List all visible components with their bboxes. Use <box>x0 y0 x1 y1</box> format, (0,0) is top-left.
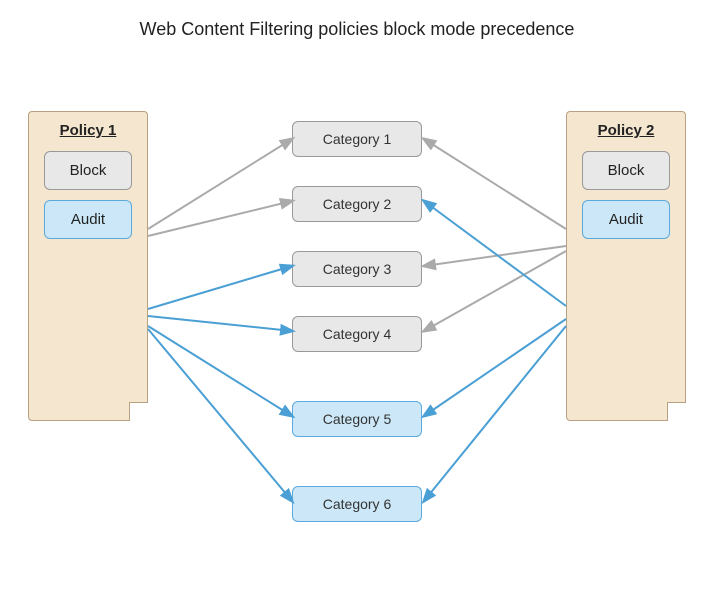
category-6: Category 6 <box>292 486 422 522</box>
category-1: Category 1 <box>292 121 422 157</box>
diagram: Policy 1 Block Audit Policy 2 Block Audi… <box>0 51 714 581</box>
policy2-block-btn: Block <box>582 151 670 190</box>
policy1-panel: Policy 1 Block Audit <box>28 111 148 421</box>
category-2: Category 2 <box>292 186 422 222</box>
category-5: Category 5 <box>292 401 422 437</box>
policy1-block-btn: Block <box>44 151 132 190</box>
policy1-audit-btn: Audit <box>44 200 132 239</box>
category-3: Category 3 <box>292 251 422 287</box>
policy2-audit-btn: Audit <box>582 200 670 239</box>
category-4: Category 4 <box>292 316 422 352</box>
policy2-panel: Policy 2 Block Audit <box>566 111 686 421</box>
page-title: Web Content Filtering policies block mod… <box>0 0 714 51</box>
policy1-title: Policy 1 <box>60 122 117 139</box>
policy2-title: Policy 2 <box>598 122 655 139</box>
